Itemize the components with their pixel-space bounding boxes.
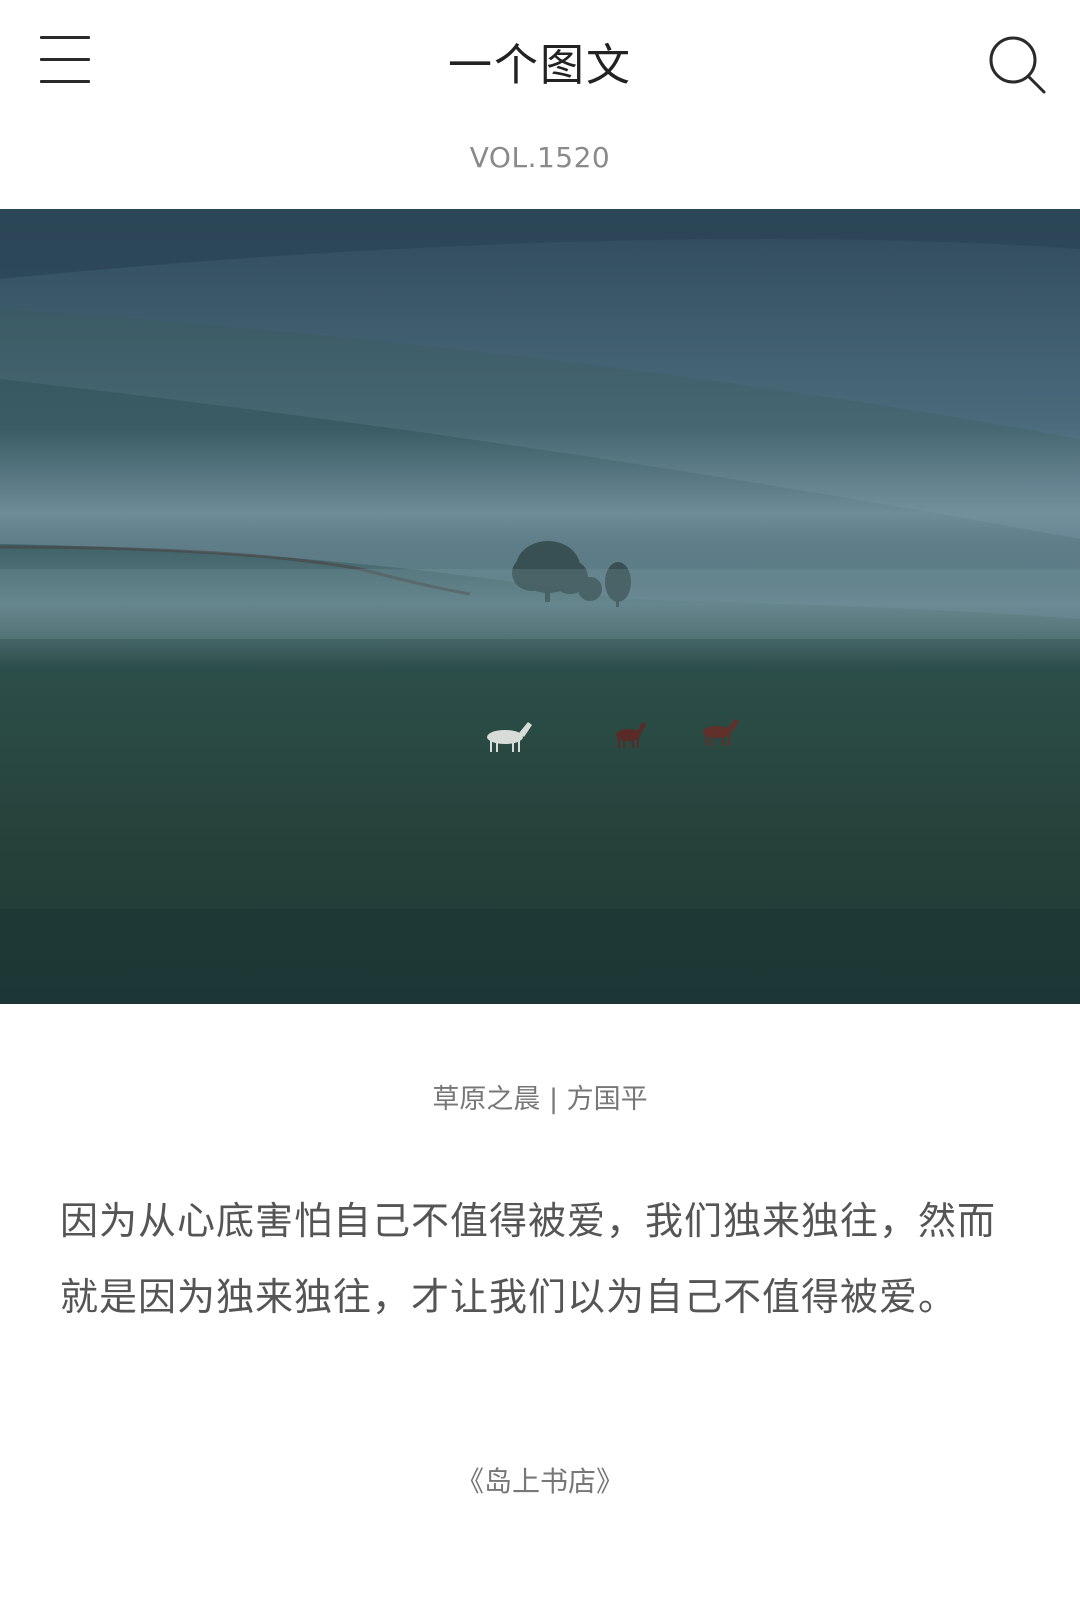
- search-icon: [989, 36, 1046, 94]
- photo-caption: 草原之晨 | 方国平: [432, 1084, 648, 1115]
- search-button[interactable]: [986, 32, 1050, 96]
- quote-source: 《岛上书店》: [455, 1465, 624, 1498]
- quote-text: 因为从心底害怕自己不值得被爱，我们独来独往，然而就是因为独来独往，才让我们以为自…: [60, 1199, 997, 1319]
- featured-photo: [0, 209, 1080, 1004]
- app-header: 一个图文: [0, 0, 1080, 130]
- volume-number: VOL.1520: [469, 141, 611, 174]
- page-title: 一个图文: [448, 40, 632, 91]
